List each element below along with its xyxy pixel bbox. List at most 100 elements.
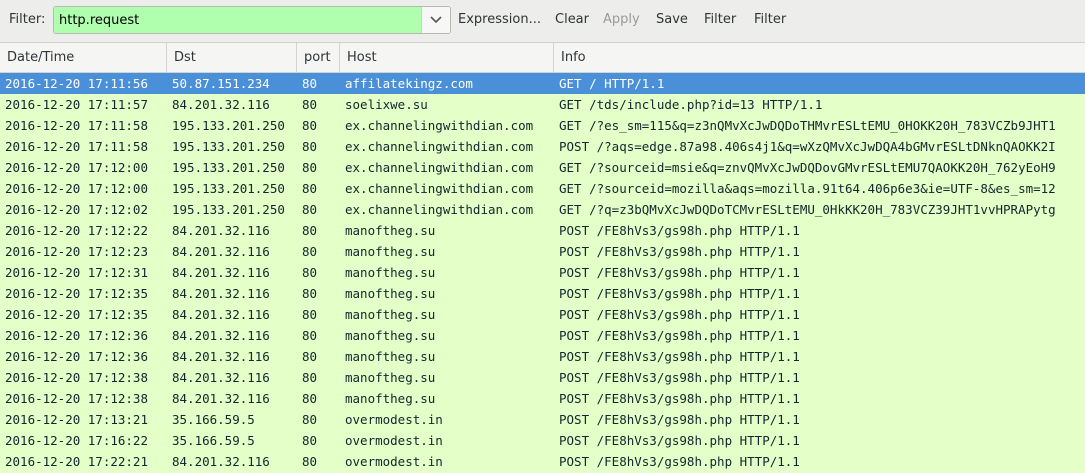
filter-button-2[interactable]: Filter xyxy=(754,12,786,27)
cell-dst: 195.133.201.250 xyxy=(172,181,285,196)
packet-row[interactable]: 2016-12-20 17:12:31 84.201.32.116 80 manoft… xyxy=(0,262,1085,283)
cell-info: GET /?sourceid=mozilla&aqs=mozilla.91t64… xyxy=(559,181,1056,196)
cell-info: GET /?sourceid=msie&q=znvQMvXcJwDQDovGMv… xyxy=(559,160,1056,175)
clear-button[interactable]: Clear xyxy=(555,12,589,27)
cell-host: ex.channelingwithdian.com xyxy=(345,202,534,217)
cell-dst: 35.166.59.5 xyxy=(172,433,255,448)
cell-port: 80 xyxy=(302,391,318,406)
cell-host: overmodest.in xyxy=(345,454,443,469)
cell-datetime: 2016-12-20 17:22:21 xyxy=(5,454,148,469)
cell-port: 80 xyxy=(302,370,318,385)
cell-host: manoftheg.su xyxy=(345,286,436,301)
packet-row[interactable]: 2016-12-20 17:12:22 84.201.32.116 80 manoft… xyxy=(0,220,1085,241)
column-header-dst[interactable]: Dst xyxy=(167,43,297,72)
cell-info: GET /tds/include.php?id=13 HTTP/1.1 xyxy=(559,97,823,112)
cell-datetime: 2016-12-20 17:12:38 xyxy=(5,391,148,406)
column-header-host[interactable]: Host xyxy=(340,43,554,72)
cell-port: 80 xyxy=(302,454,318,469)
cell-dst: 84.201.32.116 xyxy=(172,328,270,343)
cell-port: 80 xyxy=(302,76,318,91)
packet-row[interactable]: 2016-12-20 17:11:58 195.133.201.250 80 ex.c… xyxy=(0,136,1085,157)
cell-host: manoftheg.su xyxy=(345,223,436,238)
chevron-down-icon xyxy=(430,16,442,24)
cell-dst: 84.201.32.116 xyxy=(172,244,270,259)
packet-row[interactable]: 2016-12-20 17:16:22 35.166.59.5 80 overmode… xyxy=(0,430,1085,451)
column-header-info[interactable]: Info xyxy=(554,43,1085,72)
expression-button[interactable]: Expression... xyxy=(458,12,541,27)
cell-host: ex.channelingwithdian.com xyxy=(345,139,534,154)
cell-dst: 84.201.32.116 xyxy=(172,349,270,364)
packet-row[interactable]: 2016-12-20 17:12:36 84.201.32.116 80 manoft… xyxy=(0,325,1085,346)
cell-host: manoftheg.su xyxy=(345,349,436,364)
packet-row[interactable]: 2016-12-20 17:13:21 35.166.59.5 80 overmode… xyxy=(0,409,1085,430)
filter-combo[interactable] xyxy=(53,6,451,34)
cell-info: POST /FE8hVs3/gs98h.php HTTP/1.1 xyxy=(559,307,800,322)
packet-row[interactable]: 2016-12-20 17:12:35 84.201.32.116 80 manoft… xyxy=(0,283,1085,304)
cell-dst: 195.133.201.250 xyxy=(172,160,285,175)
cell-info: GET /?q=z3bQMvXcJwDQDoTCMvrESLtEMU_0HkKK… xyxy=(559,202,1056,217)
cell-dst: 84.201.32.116 xyxy=(172,370,270,385)
packet-list-header: Date/Time Dst port Host Info xyxy=(0,43,1085,73)
cell-datetime: 2016-12-20 17:11:57 xyxy=(5,97,148,112)
cell-datetime: 2016-12-20 17:12:02 xyxy=(5,202,148,217)
cell-datetime: 2016-12-20 17:12:00 xyxy=(5,181,148,196)
packet-row[interactable]: 2016-12-20 17:12:35 84.201.32.116 80 manoft… xyxy=(0,304,1085,325)
packet-row[interactable]: 2016-12-20 17:12:36 84.201.32.116 80 manoft… xyxy=(0,346,1085,367)
cell-dst: 84.201.32.116 xyxy=(172,307,270,322)
cell-port: 80 xyxy=(302,328,318,343)
packet-row[interactable]: 2016-12-20 17:12:02 195.133.201.250 80 ex.c… xyxy=(0,199,1085,220)
cell-datetime: 2016-12-20 17:11:58 xyxy=(5,118,148,133)
cell-port: 80 xyxy=(302,265,318,280)
packet-row[interactable]: 2016-12-20 17:12:23 84.201.32.116 80 manoft… xyxy=(0,241,1085,262)
packet-row[interactable]: 2016-12-20 17:11:58 195.133.201.250 80 ex.c… xyxy=(0,115,1085,136)
packet-row[interactable]: 2016-12-20 17:12:00 195.133.201.250 80 ex.c… xyxy=(0,178,1085,199)
cell-host: manoftheg.su xyxy=(345,328,436,343)
cell-info: POST /FE8hVs3/gs98h.php HTTP/1.1 xyxy=(559,349,800,364)
packet-row[interactable]: 2016-12-20 17:12:38 84.201.32.116 80 manoft… xyxy=(0,388,1085,409)
packet-row[interactable]: 2016-12-20 17:12:38 84.201.32.116 80 manoft… xyxy=(0,367,1085,388)
cell-dst: 84.201.32.116 xyxy=(172,223,270,238)
filter-button-1[interactable]: Filter xyxy=(704,12,736,27)
cell-datetime: 2016-12-20 17:11:58 xyxy=(5,139,148,154)
packet-row[interactable]: 2016-12-20 17:11:56 50.87.151.234 80 affila… xyxy=(0,73,1085,94)
cell-port: 80 xyxy=(302,202,318,217)
cell-info: POST /?aqs=edge.87a98.406s4j1&q=wXzQMvXc… xyxy=(559,139,1056,154)
cell-host: manoftheg.su xyxy=(345,370,436,385)
cell-dst: 195.133.201.250 xyxy=(172,202,285,217)
cell-datetime: 2016-12-20 17:12:35 xyxy=(5,307,148,322)
cell-port: 80 xyxy=(302,160,318,175)
cell-dst: 84.201.32.116 xyxy=(172,391,270,406)
cell-port: 80 xyxy=(302,244,318,259)
apply-button[interactable]: Apply xyxy=(603,12,640,27)
cell-host: ex.channelingwithdian.com xyxy=(345,160,534,175)
cell-dst: 195.133.201.250 xyxy=(172,139,285,154)
cell-datetime: 2016-12-20 17:12:00 xyxy=(5,160,148,175)
filter-label: Filter: xyxy=(9,12,46,27)
cell-host: manoftheg.su xyxy=(345,265,436,280)
cell-dst: 84.201.32.116 xyxy=(172,265,270,280)
cell-host: ex.channelingwithdian.com xyxy=(345,181,534,196)
cell-port: 80 xyxy=(302,286,318,301)
filter-input[interactable] xyxy=(54,7,423,33)
cell-datetime: 2016-12-20 17:12:36 xyxy=(5,328,148,343)
cell-datetime: 2016-12-20 17:13:21 xyxy=(5,412,148,427)
cell-host: manoftheg.su xyxy=(345,244,436,259)
cell-dst: 84.201.32.116 xyxy=(172,454,270,469)
packet-row[interactable]: 2016-12-20 17:11:57 84.201.32.116 80 soelix… xyxy=(0,94,1085,115)
cell-dst: 50.87.151.234 xyxy=(172,76,270,91)
cell-dst: 84.201.32.116 xyxy=(172,286,270,301)
column-header-datetime[interactable]: Date/Time xyxy=(0,43,167,72)
cell-datetime: 2016-12-20 17:12:23 xyxy=(5,244,148,259)
cell-info: POST /FE8hVs3/gs98h.php HTTP/1.1 xyxy=(559,454,800,469)
cell-info: GET / HTTP/1.1 xyxy=(559,76,665,91)
cell-port: 80 xyxy=(302,433,318,448)
cell-datetime: 2016-12-20 17:12:31 xyxy=(5,265,148,280)
filter-dropdown-button[interactable] xyxy=(421,7,450,33)
packet-row[interactable]: 2016-12-20 17:12:00 195.133.201.250 80 ex.c… xyxy=(0,157,1085,178)
save-button[interactable]: Save xyxy=(656,12,688,27)
cell-host: manoftheg.su xyxy=(345,391,436,406)
cell-info: POST /FE8hVs3/gs98h.php HTTP/1.1 xyxy=(559,265,800,280)
column-header-port[interactable]: port xyxy=(297,43,340,72)
packet-row[interactable]: 2016-12-20 17:22:21 84.201.32.116 80 overmo… xyxy=(0,451,1085,472)
display-filter-toolbar: Filter: Expression... Clear Apply Save F… xyxy=(0,0,1085,43)
